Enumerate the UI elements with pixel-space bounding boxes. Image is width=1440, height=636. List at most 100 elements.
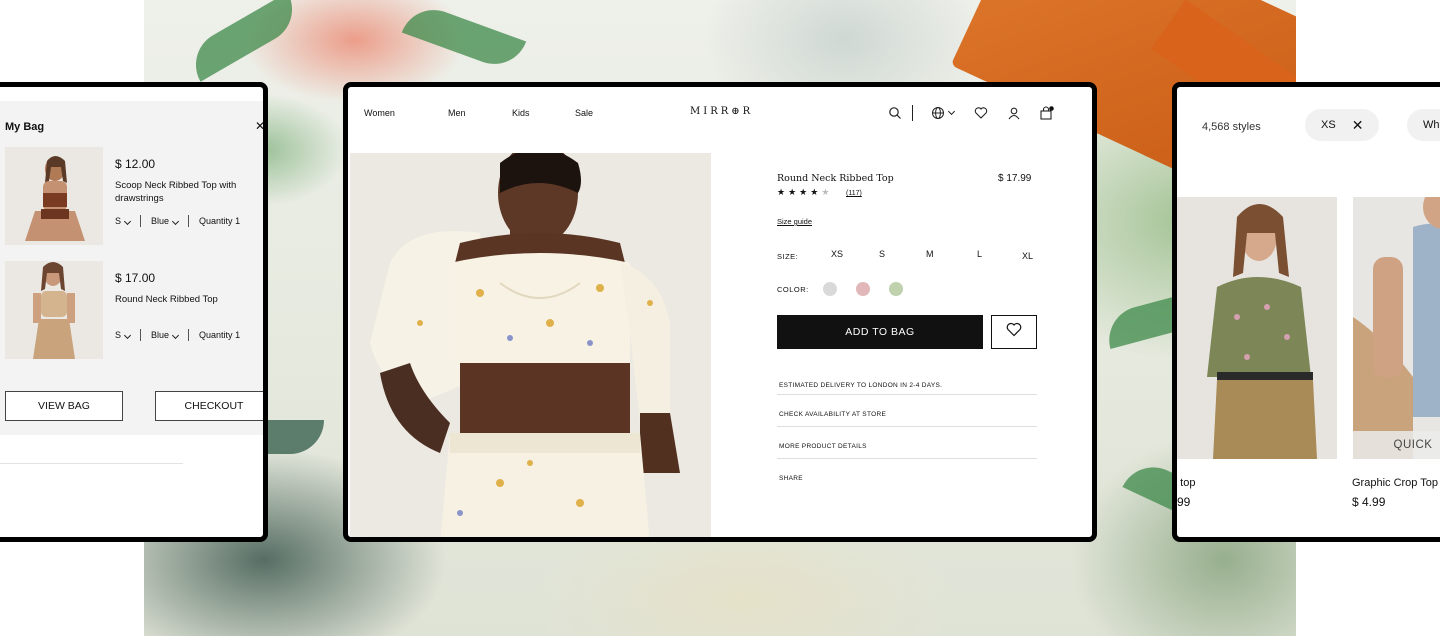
delivery-info: ESTIMATED DELIVERY TO LONDON IN 2-4 DAYS… xyxy=(779,382,943,389)
quantity-value: 1 xyxy=(235,216,241,226)
size-option-m[interactable]: M xyxy=(926,249,934,259)
star-icon: ★ xyxy=(799,187,811,197)
nav-women[interactable]: Women xyxy=(364,108,395,118)
bag-title: My Bag xyxy=(5,121,45,133)
product-details-link[interactable]: MORE PRODUCT DETAILS xyxy=(777,443,1037,450)
filter-chip-label: XS xyxy=(1321,119,1336,131)
divider xyxy=(0,463,183,464)
product-thumbnail[interactable] xyxy=(5,147,103,245)
product-image[interactable] xyxy=(350,153,711,537)
product-price: $ 17.99 xyxy=(998,173,1032,184)
chevron-down-icon xyxy=(123,217,132,226)
wishlist-button[interactable] xyxy=(991,315,1037,349)
product-card-name[interactable]: e top xyxy=(1177,477,1195,489)
item-options: S Blue Quantity 1 xyxy=(115,329,240,341)
quick-view-button[interactable]: QUICK xyxy=(1353,431,1440,459)
view-bag-button[interactable]: VIEW BAG xyxy=(5,391,123,421)
search-icon[interactable] xyxy=(888,106,902,120)
reviews-link[interactable]: (117) xyxy=(846,190,862,197)
color-value: Blue xyxy=(151,330,170,340)
star-icon: ★ xyxy=(810,187,822,197)
item-price: $ 12.00 xyxy=(115,157,156,171)
star-icon: ★ xyxy=(777,187,789,197)
item-name: Scoop Neck Ribbed Top with drawstrings xyxy=(115,180,237,204)
heart-icon xyxy=(1006,322,1022,342)
chevron-down-icon xyxy=(123,331,132,340)
color-select[interactable]: Blue xyxy=(151,216,180,226)
nav-kids[interactable]: Kids xyxy=(512,108,530,118)
nav-sale[interactable]: Sale xyxy=(575,108,593,118)
size-option-l[interactable]: L xyxy=(977,249,982,259)
size-select[interactable]: S xyxy=(115,216,132,226)
chevron-down-icon xyxy=(171,217,180,226)
star-empty-icon: ★ xyxy=(821,187,833,197)
filter-chip-xs[interactable]: XS ✕ xyxy=(1305,109,1379,141)
product-card-image[interactable]: QUICK xyxy=(1353,197,1440,459)
product-thumbnail[interactable] xyxy=(5,261,103,359)
size-value: S xyxy=(115,216,122,226)
bag-screen: My Bag ✕ $ 12.00 Scoop Neck Ribbed Top w… xyxy=(0,82,268,542)
dropdown-caret xyxy=(178,104,198,124)
check-store-link[interactable]: CHECK AVAILABILITY AT STORE xyxy=(777,411,1037,418)
divider xyxy=(188,329,190,341)
share-link[interactable]: SHARE xyxy=(777,475,1037,482)
item-price: $ 17.00 xyxy=(115,271,156,285)
brand-logo[interactable]: MIRR⊕R xyxy=(690,106,753,117)
checkout-button[interactable]: CHECKOUT xyxy=(155,391,263,421)
user-icon[interactable] xyxy=(1007,106,1021,120)
item-name: Round Neck Ribbed Top xyxy=(115,294,218,305)
background-leaf xyxy=(401,0,527,74)
styles-count: 4,568 styles xyxy=(1202,121,1261,133)
chevron-down-icon xyxy=(171,331,180,340)
divider xyxy=(777,394,1037,395)
color-swatch-grey[interactable] xyxy=(823,282,837,296)
color-select[interactable]: Blue xyxy=(151,330,180,340)
color-swatch-green[interactable] xyxy=(889,282,903,296)
product-listing-screen: 4,568 styles XS ✕ Wh QUICK e top 99 Grap… xyxy=(1172,82,1440,542)
filter-chip-label: Wh xyxy=(1423,119,1440,131)
item-options: S Blue Quantity 1 xyxy=(115,215,240,227)
bag-dropdown: My Bag ✕ $ 12.00 Scoop Neck Ribbed Top w… xyxy=(0,101,263,435)
size-option-s[interactable]: S xyxy=(879,249,885,259)
size-label: SIZE: xyxy=(777,252,799,261)
product-title: Round Neck Ribbed Top xyxy=(777,173,894,184)
size-option-xs[interactable]: XS xyxy=(831,249,843,259)
bag-item: $ 17.00 Round Neck Ribbed Top S Blue Qua… xyxy=(5,261,263,361)
size-guide-link[interactable]: Size guide xyxy=(777,217,812,226)
bag-item: $ 12.00 Scoop Neck Ribbed Top with draws… xyxy=(5,147,263,247)
close-icon[interactable]: ✕ xyxy=(255,119,263,133)
quantity-select[interactable]: Quantity 1 xyxy=(199,330,240,340)
star-icon: ★ xyxy=(788,187,800,197)
divider xyxy=(140,329,142,341)
divider xyxy=(140,215,142,227)
nav-men[interactable]: Men xyxy=(448,108,466,118)
size-option-xl[interactable]: XL xyxy=(1022,251,1033,261)
size-select[interactable]: S xyxy=(115,330,132,340)
divider xyxy=(777,426,1037,427)
background-leaf xyxy=(183,0,305,82)
header-icons xyxy=(888,105,1054,121)
bag-icon[interactable] xyxy=(1039,106,1054,120)
divider xyxy=(188,215,190,227)
quantity-value: 1 xyxy=(235,330,241,340)
product-card-name[interactable]: Graphic Crop Top xyxy=(1352,477,1438,489)
quantity-label: Quantity xyxy=(199,216,233,226)
chevron-down-icon[interactable] xyxy=(947,107,956,115)
size-value: S xyxy=(115,330,122,340)
divider xyxy=(912,105,913,121)
filter-chip-white[interactable]: Wh xyxy=(1407,109,1440,141)
add-to-bag-button[interactable]: ADD TO BAG xyxy=(777,315,983,349)
globe-icon[interactable] xyxy=(931,106,945,120)
divider xyxy=(777,458,1037,459)
color-label: COLOR: xyxy=(777,285,809,294)
quantity-label: Quantity xyxy=(199,330,233,340)
product-card-price: 99 xyxy=(1177,495,1191,509)
color-value: Blue xyxy=(151,216,170,226)
close-icon[interactable]: ✕ xyxy=(1352,117,1364,134)
product-detail-screen: Women Men Kids Sale MIRR⊕R Round Neck Ri… xyxy=(343,82,1097,542)
product-card-image[interactable] xyxy=(1177,197,1337,459)
color-swatch-pink[interactable] xyxy=(856,282,870,296)
star-rating: ★★★★★ xyxy=(777,187,832,198)
heart-icon[interactable] xyxy=(974,106,988,120)
quantity-select[interactable]: Quantity 1 xyxy=(199,216,240,226)
